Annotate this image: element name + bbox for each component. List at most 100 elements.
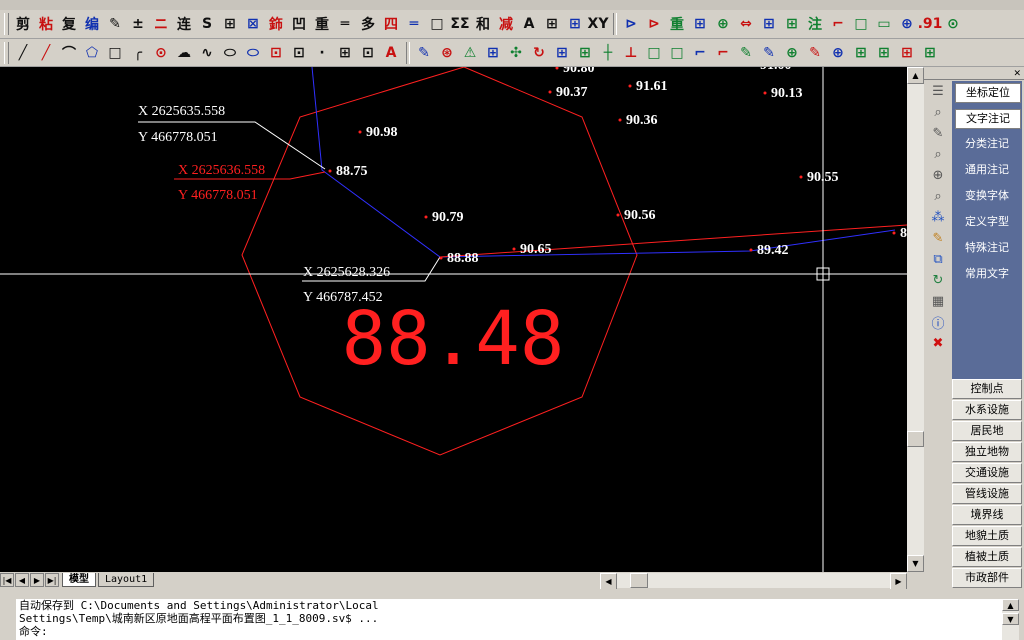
toolbar-button[interactable]: ⊞ — [482, 42, 504, 64]
toolbar-button[interactable]: ⊞ — [919, 42, 941, 64]
zoom-prev-icon[interactable]: ⌕ — [928, 186, 948, 206]
command-scrollbar[interactable]: ▲ ▼ — [1002, 599, 1019, 640]
toolbar-button[interactable]: ⇔ — [735, 13, 757, 35]
toolbar-button[interactable]: ✎ — [104, 13, 126, 35]
toolbar-button[interactable]: ⚠ — [459, 42, 481, 64]
panel-category-button[interactable]: 水系设施 — [952, 400, 1022, 420]
toolbar-button[interactable]: 凹 — [288, 13, 310, 35]
toolbar-button[interactable]: □ — [426, 13, 448, 35]
toolbar-button[interactable]: ⊞ — [896, 42, 918, 64]
info-icon[interactable]: ⓘ — [928, 312, 948, 332]
toolbar-button[interactable]: .91 — [918, 13, 943, 35]
toolbar-button[interactable]: 和 — [472, 13, 494, 35]
toolbar-button[interactable]: 粘 — [35, 13, 57, 35]
toolbar-button[interactable]: ✎ — [413, 42, 435, 64]
toolbar-button[interactable]: □ — [850, 13, 872, 35]
panel-category-button[interactable]: 独立地物 — [952, 442, 1022, 462]
panel-category-button[interactable]: 地貌土质 — [952, 526, 1022, 546]
toolbar-button[interactable]: ニ — [150, 13, 172, 35]
panel-item[interactable]: 分类注记 — [955, 135, 1019, 153]
first-tab-button[interactable]: |◀ — [0, 573, 14, 587]
scroll-thumb[interactable] — [630, 573, 648, 588]
toolbar-button[interactable]: 重 — [311, 13, 333, 35]
toolbar-button[interactable]: ⊡ — [265, 42, 287, 64]
next-tab-button[interactable]: ▶ — [30, 573, 44, 587]
prev-tab-button[interactable]: ◀ — [15, 573, 29, 587]
tab-layout1[interactable]: Layout1 — [98, 573, 155, 587]
layer-icon[interactable]: ☰ — [928, 81, 948, 101]
toolbar-button[interactable]: ╱ — [35, 42, 57, 64]
toolbar-button[interactable]: ╱ — [12, 42, 34, 64]
panel-category-button[interactable]: 居民地 — [952, 421, 1022, 441]
toolbar-button[interactable]: ⊛ — [436, 42, 458, 64]
panel-item[interactable]: 常用文字 — [955, 265, 1019, 283]
toolbar-button[interactable]: ✎ — [758, 42, 780, 64]
toolbar-button[interactable]: ⊞ — [850, 42, 872, 64]
toolbar-button[interactable]: 复 — [58, 13, 80, 35]
panel-item[interactable]: 坐标定位 — [955, 83, 1021, 103]
toolbar-button[interactable]: ⊞ — [781, 13, 803, 35]
panel-item[interactable]: 变换字体 — [955, 187, 1019, 205]
toolbar-button[interactable]: ⊞ — [564, 13, 586, 35]
toolbar-button[interactable]: ⊕ — [827, 42, 849, 64]
toolbar-button[interactable]: 重 — [666, 13, 688, 35]
toolbar-button[interactable]: ⊠ — [242, 13, 264, 35]
toolbar-button[interactable]: ⌐ — [827, 13, 849, 35]
toolbar-button[interactable]: ⊞ — [551, 42, 573, 64]
toolbar-button[interactable]: ⊡ — [288, 42, 310, 64]
toolbar-button[interactable]: ↻ — [528, 42, 550, 64]
toolbar-button[interactable]: 注 — [804, 13, 826, 35]
toolbar-button[interactable]: ∿ — [196, 42, 218, 64]
toolbar-grip[interactable] — [4, 13, 9, 35]
toolbar-button[interactable]: 四 — [380, 13, 402, 35]
copy-icon[interactable]: ⧉ — [928, 249, 948, 269]
scroll-up-button[interactable]: ▲ — [1002, 599, 1019, 611]
toolbar-button[interactable]: ⬠ — [81, 42, 103, 64]
scroll-thumb[interactable] — [907, 431, 924, 447]
zoom-icon[interactable]: ⌕ — [928, 102, 948, 122]
scroll-right-button[interactable]: ▶ — [890, 573, 907, 590]
delete-icon[interactable]: ✖ — [928, 333, 948, 353]
toolbar-button[interactable]: ⬭ — [242, 42, 264, 64]
toolbar-button[interactable]: ⊕ — [896, 13, 918, 35]
toolbar-button[interactable]: ⊕ — [781, 42, 803, 64]
toolbar-button[interactable]: ⊕ — [712, 13, 734, 35]
toolbar-button[interactable]: ✎ — [804, 42, 826, 64]
toolbar-button[interactable]: ⊞ — [541, 13, 563, 35]
toolbar-button[interactable]: ⊙ — [150, 42, 172, 64]
panel-item[interactable]: 文字注记 — [955, 109, 1021, 129]
toolbar-button[interactable]: □ — [104, 42, 126, 64]
panel-category-button[interactable]: 市政部件 — [952, 568, 1022, 588]
scroll-down-button[interactable]: ▼ — [1002, 613, 1019, 625]
toolbar-button[interactable]: 连 — [173, 13, 195, 35]
toolbar-button[interactable]: ⊞ — [574, 42, 596, 64]
canvas-horizontal-scrollbar[interactable]: ◀ ▶ — [600, 573, 907, 590]
panel-category-button[interactable]: 交通设施 — [952, 463, 1022, 483]
panel-category-button[interactable]: 控制点 — [952, 379, 1022, 399]
toolbar-button[interactable]: ⬭ — [219, 42, 241, 64]
scroll-down-button[interactable]: ▼ — [907, 555, 924, 572]
zoom-window-icon[interactable]: ⌕ — [928, 144, 948, 164]
toolbar-button[interactable]: ⊳ — [620, 13, 642, 35]
toolbar-button[interactable]: ⊞ — [873, 42, 895, 64]
toolbar-button[interactable]: XY — [587, 13, 609, 35]
toolbar-button[interactable]: ⊡ — [357, 42, 379, 64]
toolbar-button[interactable]: ⊙ — [942, 13, 964, 35]
tab-model[interactable]: 模型 — [62, 573, 96, 587]
toolbar-button[interactable]: A — [380, 42, 402, 64]
toolbar-button[interactable]: ΣΣ — [449, 13, 471, 35]
panel-category-button[interactable]: 境界线 — [952, 505, 1022, 525]
toolbar-button[interactable]: ✎ — [735, 42, 757, 64]
toolbar-button[interactable]: S — [196, 13, 218, 35]
scroll-left-button[interactable]: ◀ — [600, 573, 617, 590]
toolbar-button[interactable]: ⊥ — [620, 42, 642, 64]
toolbar-button[interactable]: ═ — [403, 13, 425, 35]
scroll-up-button[interactable]: ▲ — [907, 67, 924, 84]
toolbar-button[interactable]: ⌐ — [712, 42, 734, 64]
toolbar-button[interactable]: 剪 — [12, 13, 34, 35]
toolbar-button[interactable]: 减 — [495, 13, 517, 35]
panel-category-button[interactable]: 植被土质 — [952, 547, 1022, 567]
table-icon[interactable]: ▦ — [928, 291, 948, 311]
toolbar-button[interactable]: ⌒ — [58, 42, 80, 64]
toolbar-button[interactable]: ✣ — [505, 42, 527, 64]
